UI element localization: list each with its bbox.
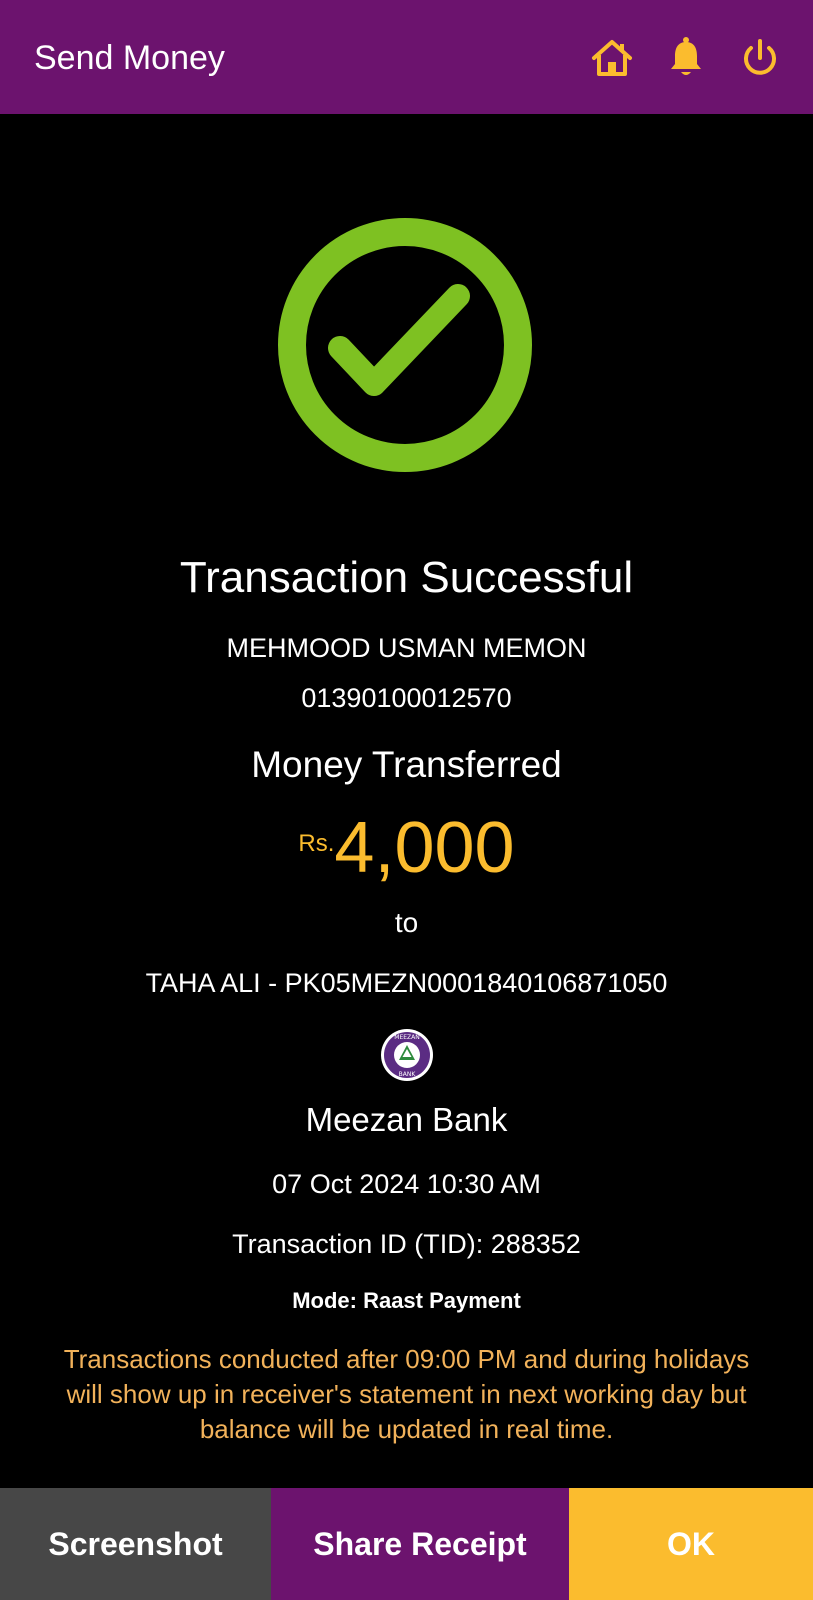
status-title: Transaction Successful: [179, 553, 634, 602]
to-label: to: [394, 907, 419, 938]
home-icon[interactable]: [590, 36, 634, 80]
ok-button[interactable]: OK: [569, 1488, 813, 1600]
power-icon[interactable]: [738, 36, 782, 80]
amount-value: 4,000: [334, 808, 515, 888]
transaction-receipt-screen: Send Money Transaction Successful MEHMOO…: [0, 0, 813, 1600]
bell-icon[interactable]: [664, 36, 708, 80]
share-receipt-button[interactable]: Share Receipt: [271, 1488, 569, 1600]
sender-account: 01390100012570: [301, 683, 512, 713]
sender-name: MEHMOOD USMAN MEMON: [226, 633, 587, 663]
money-transferred-label: Money Transferred: [251, 744, 562, 785]
svg-text:MEEZAN: MEEZAN: [394, 1034, 419, 1041]
app-bar: Send Money: [0, 0, 813, 114]
payment-mode: Mode: Raast Payment: [292, 1288, 521, 1313]
page-title: Send Money: [34, 39, 225, 77]
bank-name: Meezan Bank: [305, 1101, 508, 1138]
check-circle-icon: [270, 210, 540, 480]
currency-label: Rs.: [298, 830, 335, 857]
screenshot-button[interactable]: Screenshot: [0, 1488, 271, 1600]
svg-text:BANK: BANK: [399, 1071, 417, 1078]
amount-display: Rs.4,000: [0, 808, 813, 888]
transaction-datetime: 07 Oct 2024 10:30 AM: [272, 1169, 541, 1199]
bank-logo: MEEZAN BANK: [380, 1028, 434, 1082]
processing-notice: Transactions conducted after 09:00 PM an…: [63, 1344, 750, 1444]
bottom-action-bar: Screenshot Share Receipt OK: [0, 1488, 813, 1600]
transaction-id: Transaction ID (TID): 288352: [232, 1229, 581, 1259]
recipient-details: TAHA ALI - PK05MEZN0001840106871050: [145, 968, 668, 998]
